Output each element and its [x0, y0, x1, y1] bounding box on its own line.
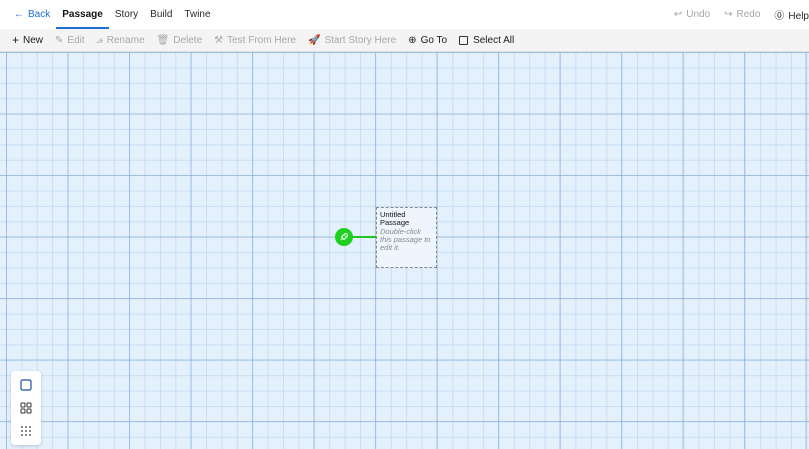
help-button[interactable]: ⓪ Help: [774, 7, 809, 22]
undo-icon: ↩: [673, 9, 683, 20]
tab-build[interactable]: Build: [144, 0, 178, 29]
test-from-here-button[interactable]: ⚒ Test From Here: [214, 35, 296, 46]
delete-button[interactable]: 🗑 Delete: [157, 35, 203, 46]
rocket-icon: 🚀: [308, 34, 321, 46]
zoom-medium-button[interactable]: [16, 398, 36, 418]
zoom-small-icon: [21, 425, 31, 436]
go-to-button[interactable]: ⊕ Go To: [408, 35, 447, 46]
go-to-label: Go To: [420, 34, 448, 46]
undo-label: Undo: [686, 9, 711, 20]
zoom-medium-icon: [20, 402, 32, 414]
redo-label: Redo: [736, 9, 761, 20]
rename-icon: ꭿ: [96, 34, 103, 46]
help-label: Help: [788, 11, 809, 22]
passage-title: Untitled Passage: [380, 210, 410, 228]
tool-icon: ⚒: [214, 34, 224, 46]
new-button[interactable]: + New: [12, 33, 43, 47]
edit-label: Edit: [67, 34, 85, 46]
zoom-large-icon: [20, 379, 32, 391]
trash-icon: 🗑: [156, 34, 170, 46]
back-label: Back: [28, 9, 51, 20]
help-icon: ⓪: [774, 11, 785, 22]
passage-card[interactable]: Untitled Passage Double-click this passa…: [376, 207, 437, 268]
redo-icon: ↪: [724, 9, 733, 20]
start-story-here-button[interactable]: 🚀 Start Story Here: [308, 35, 396, 46]
delete-label: Delete: [173, 34, 203, 46]
tab-twine[interactable]: Twine: [178, 0, 216, 29]
new-label: New: [23, 34, 44, 46]
start-story-here-label: Start Story Here: [324, 34, 397, 46]
tab-label: Story: [114, 9, 139, 20]
passage-toolbar: + New ✎ Edit ꭿ Rename 🗑 Delete ⚒ Test Fr…: [0, 29, 809, 52]
zoom-small-button[interactable]: [16, 421, 36, 441]
select-all-label: Select All: [473, 34, 515, 46]
top-nav: ← Back Passage Story Build Twine ↩ Undo ↪…: [0, 0, 809, 29]
zoom-controls: [11, 371, 41, 445]
tab-story[interactable]: Story: [109, 0, 144, 29]
edit-button[interactable]: ✎ Edit: [55, 35, 85, 46]
zoom-large-button[interactable]: [16, 375, 36, 395]
arrow-left-icon: ←: [14, 9, 24, 20]
tab-label: Twine: [184, 9, 211, 20]
test-from-here-label: Test From Here: [227, 34, 297, 46]
tab-label: Build: [150, 9, 173, 20]
crosshair-icon: ⊕: [408, 34, 417, 46]
nav-left: ← Back Passage Story Build Twine: [0, 0, 217, 29]
nav-right: ↩ Undo ↪ Redo ⓪ Help: [674, 0, 809, 29]
tab-label: Passage: [62, 9, 103, 20]
undo-button[interactable]: ↩ Undo: [674, 9, 710, 20]
back-button[interactable]: ← Back: [0, 0, 56, 29]
edit-icon: ✎: [55, 34, 64, 46]
start-connector: [352, 236, 377, 238]
redo-button[interactable]: ↪ Redo: [724, 9, 760, 20]
checkbox-icon: [459, 35, 469, 45]
tab-passage[interactable]: Passage: [56, 0, 109, 29]
rename-label: Rename: [106, 34, 145, 46]
select-all-button[interactable]: Select All: [459, 35, 514, 46]
passage-excerpt: Double-click this passage to edit it.: [380, 226, 431, 253]
rename-button[interactable]: ꭿ Rename: [97, 35, 145, 46]
rocket-icon: [340, 233, 348, 241]
plus-icon: +: [12, 33, 20, 47]
start-passage-marker: [335, 228, 353, 246]
